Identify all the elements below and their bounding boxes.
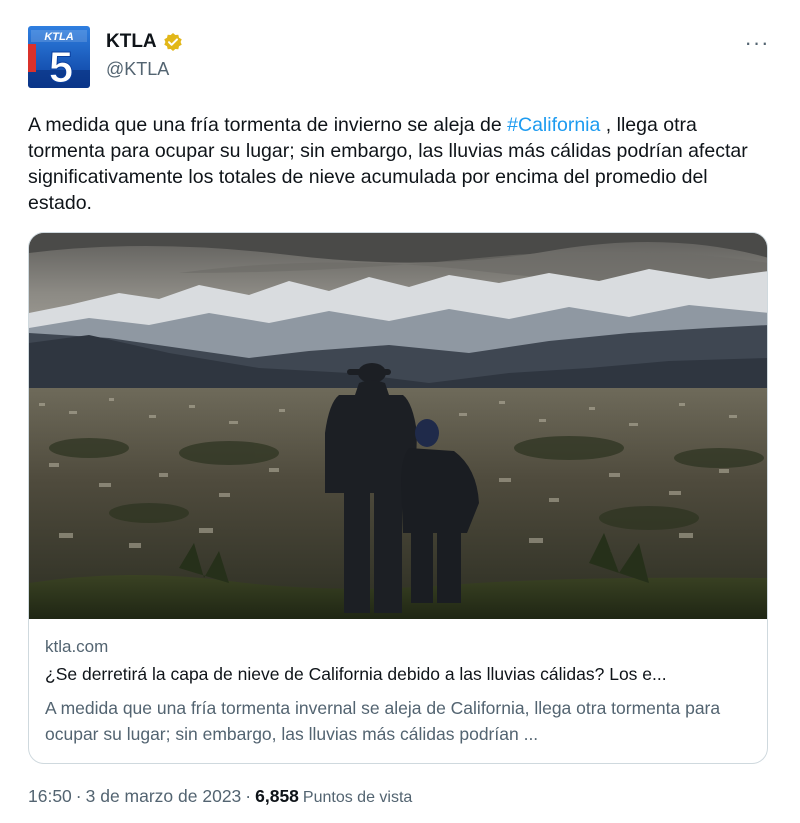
verified-badge-icon bbox=[163, 32, 183, 52]
card-body[interactable]: ktla.com ¿Se derretirá la capa de nieve … bbox=[29, 619, 767, 763]
snowy-mountains-photo[interactable] bbox=[29, 233, 768, 619]
card-domain: ktla.com bbox=[45, 637, 109, 656]
more-options-button[interactable]: ··· bbox=[744, 30, 770, 56]
tweet-text: A medida que una fría tormenta de invier… bbox=[28, 112, 773, 216]
display-name[interactable]: KTLA bbox=[106, 31, 157, 53]
tweet-time[interactable]: 16:50 bbox=[28, 786, 72, 807]
author-name-row[interactable]: KTLA bbox=[106, 31, 183, 53]
tweet-meta: 16:50 · 3 de marzo de 2023 · 6,858 Punto… bbox=[28, 786, 412, 807]
avatar[interactable]: KTLA 5 bbox=[28, 26, 90, 88]
author-handle[interactable]: @KTLA bbox=[106, 59, 169, 80]
views-label: Puntos de vista bbox=[302, 789, 413, 806]
tweet: KTLA 5 KTLA @KTLA ··· A medida que una f… bbox=[0, 0, 800, 823]
hashtag-link[interactable]: #California bbox=[507, 114, 600, 136]
meta-separator: · bbox=[245, 786, 252, 806]
svg-text:5: 5 bbox=[49, 43, 73, 88]
tweet-date[interactable]: 3 de marzo de 2023 bbox=[86, 786, 242, 807]
card-title[interactable]: ¿Se derretirá la capa de nieve de Califo… bbox=[45, 664, 750, 685]
link-preview-card[interactable]: ktla.com ¿Se derretirá la capa de nieve … bbox=[28, 232, 768, 764]
more-options-icon: ··· bbox=[744, 30, 770, 55]
tweet-text-before: A medida que una fría tormenta de invier… bbox=[28, 114, 508, 136]
ktla-logo-icon: KTLA 5 bbox=[28, 26, 90, 88]
views-count: 6,858 bbox=[255, 786, 299, 806]
card-description: A medida que una fría tormenta invernal … bbox=[45, 698, 721, 744]
meta-separator: · bbox=[75, 786, 82, 806]
svg-text:KTLA: KTLA bbox=[44, 31, 73, 43]
